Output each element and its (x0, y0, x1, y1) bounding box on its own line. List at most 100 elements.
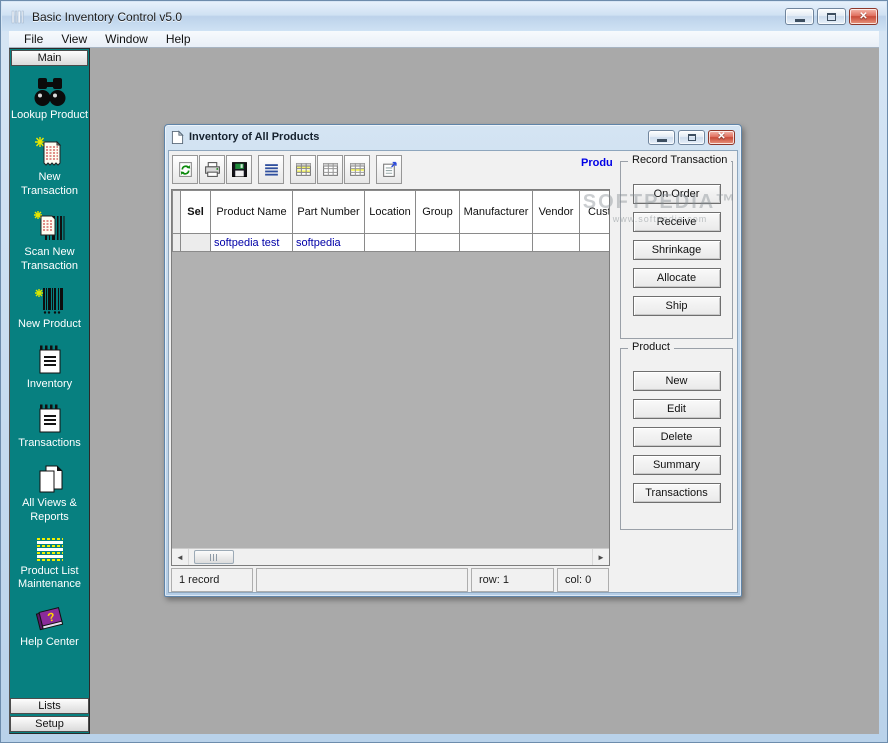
sidebar-item-label: Product List Maintenance (10, 565, 89, 593)
on-order-button[interactable]: On Order (633, 184, 721, 204)
sidebar-item-help-center[interactable]: ? Help Center (10, 604, 89, 650)
sidebar-item-transactions[interactable]: Transactions (10, 403, 89, 451)
cell-part-number[interactable]: softpedia (293, 234, 365, 252)
toolbar-grid-stripe-button[interactable] (344, 155, 370, 184)
menu-file[interactable]: File (15, 31, 52, 47)
binoculars-icon (33, 77, 67, 107)
cell-custom[interactable] (580, 234, 611, 252)
list-view-icon (263, 161, 280, 178)
scrollbar-grip (210, 554, 219, 561)
product-group: Product New Edit Delete Summary Transact… (620, 348, 733, 530)
delete-product-button[interactable]: Delete (633, 427, 721, 447)
scroll-left-button[interactable]: ◄ (172, 549, 189, 565)
sidebar-item-label: Help Center (10, 636, 89, 650)
minimize-button[interactable] (785, 8, 814, 25)
product-link[interactable]: Produ (581, 157, 613, 169)
status-record-count: 1 record (171, 568, 253, 592)
sidebar-item-inventory[interactable]: Inventory (10, 344, 89, 392)
sidebar: Main Lookup Product (9, 48, 90, 734)
group-buttons: New Edit Delete Summary Transactions (621, 349, 732, 503)
toolbar-print-button[interactable] (199, 155, 225, 184)
group-title: Record Transaction (628, 154, 731, 166)
grid-plain-icon (322, 161, 339, 178)
sidebar-item-scan-new-transaction[interactable]: Scan New Transaction (10, 210, 89, 274)
grid-stripe-icon (349, 161, 366, 178)
summary-button[interactable]: Summary (633, 455, 721, 475)
column-header-custom[interactable]: Custom (580, 191, 611, 234)
action-panel: Record Transaction On Order Receive Shri… (615, 151, 738, 593)
app-barcode-icon (10, 9, 26, 25)
ship-button[interactable]: Ship (633, 296, 721, 316)
group-buttons: On Order Receive Shrinkage Allocate Ship (621, 162, 732, 316)
sidebar-item-label: All Views & Reports (10, 497, 89, 525)
column-header-manufacturer[interactable]: Manufacturer (460, 191, 533, 234)
child-title-bar: Inventory of All Products ✕ (165, 125, 741, 149)
cell-product-name[interactable]: softpedia test (211, 234, 293, 252)
child-window-controls: ✕ (648, 130, 735, 145)
maximize-icon (688, 134, 696, 141)
column-header-part-number[interactable]: Part Number (293, 191, 365, 234)
refresh-icon (177, 161, 194, 178)
toolbar-grid-plain-button[interactable] (317, 155, 343, 184)
sidebar-items: Lookup Product New Transaction (10, 67, 89, 733)
cell-vendor[interactable] (533, 234, 580, 252)
column-header-location[interactable]: Location (365, 191, 416, 234)
column-header-vendor[interactable]: Vendor (533, 191, 580, 234)
column-header-product-name[interactable]: Product Name (211, 191, 293, 234)
menu-bar: File View Window Help (9, 31, 879, 48)
row-gutter-cell (173, 234, 181, 252)
striped-list-icon (35, 537, 65, 563)
document-icon (171, 130, 184, 145)
child-toolbar (172, 155, 403, 184)
toolbar-properties-button[interactable] (376, 155, 402, 184)
toolbar-grid-highlight-button[interactable] (290, 155, 316, 184)
toolbar-refresh-button[interactable] (172, 155, 198, 184)
sidebar-tab-lists[interactable]: Lists (10, 698, 89, 714)
new-product-button[interactable]: New (633, 371, 721, 391)
cell-group[interactable] (416, 234, 460, 252)
sidebar-item-product-list-maintenance[interactable]: Product List Maintenance (10, 537, 89, 593)
maximize-icon (827, 13, 836, 21)
help-book-icon: ? (33, 604, 67, 634)
sidebar-tab-main[interactable]: Main (11, 50, 88, 66)
sidebar-item-new-transaction[interactable]: New Transaction (10, 135, 89, 199)
notepad-icon (34, 344, 66, 376)
child-minimize-button[interactable] (648, 130, 675, 145)
sidebar-tab-setup[interactable]: Setup (10, 716, 89, 732)
horizontal-scrollbar[interactable]: ◄ ► (172, 548, 609, 565)
column-header-group[interactable]: Group (416, 191, 460, 234)
child-window-title: Inventory of All Products (189, 131, 319, 143)
sidebar-item-all-views-reports[interactable]: All Views & Reports (10, 463, 89, 525)
close-icon: ✕ (717, 132, 725, 142)
mdi-area: Main Lookup Product (9, 48, 879, 734)
sidebar-item-new-product[interactable]: New Product (10, 286, 89, 332)
edit-product-button[interactable]: Edit (633, 399, 721, 419)
shrinkage-button[interactable]: Shrinkage (633, 240, 721, 260)
child-close-button[interactable]: ✕ (708, 130, 735, 145)
maximize-button[interactable] (817, 8, 846, 25)
allocate-button[interactable]: Allocate (633, 268, 721, 288)
child-maximize-button[interactable] (678, 130, 705, 145)
scrollbar-thumb[interactable] (194, 550, 234, 564)
sidebar-item-label: Transactions (10, 437, 89, 451)
cell-manufacturer[interactable] (460, 234, 533, 252)
cell-location[interactable] (365, 234, 416, 252)
transactions-button[interactable]: Transactions (633, 483, 721, 503)
toolbar-save-button[interactable] (226, 155, 252, 184)
menu-view[interactable]: View (52, 31, 96, 47)
sidebar-item-label: Inventory (10, 378, 89, 392)
column-header-sel[interactable]: Sel (181, 191, 211, 234)
table-row[interactable]: softpedia test softpedia (173, 234, 611, 252)
inventory-table: Sel Product Name Part Number Location Gr… (172, 190, 610, 252)
cell-sel[interactable] (181, 234, 211, 252)
toolbar-list-view-button[interactable] (258, 155, 284, 184)
close-button[interactable]: ✕ (849, 8, 878, 25)
minimize-icon (657, 139, 667, 142)
inventory-grid: Sel Product Name Part Number Location Gr… (171, 189, 610, 566)
receive-button[interactable]: Receive (633, 212, 721, 232)
sidebar-item-lookup-product[interactable]: Lookup Product (10, 77, 89, 123)
menu-help[interactable]: Help (157, 31, 200, 47)
receipt-new-icon (34, 135, 66, 169)
scroll-right-button[interactable]: ► (592, 549, 609, 565)
menu-window[interactable]: Window (96, 31, 157, 47)
